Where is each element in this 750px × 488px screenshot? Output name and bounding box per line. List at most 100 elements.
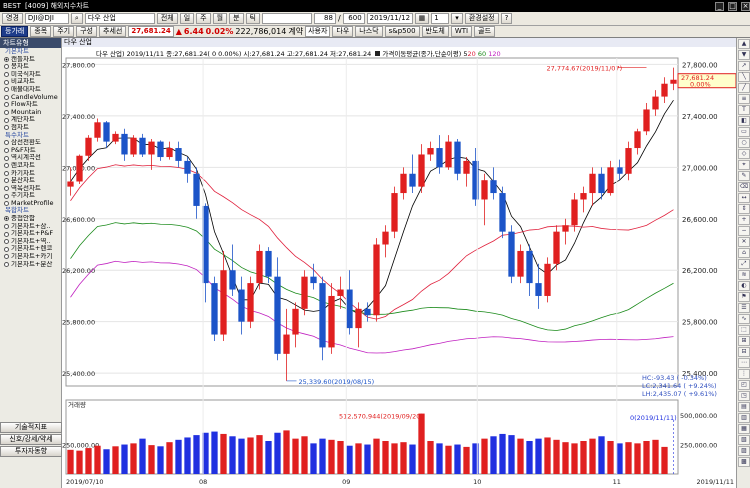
sidebar-item[interactable]: Mountain — [0, 109, 61, 117]
drawing-tool-icon[interactable]: ○ — [738, 138, 750, 148]
drawing-tool-icon[interactable]: ✎ — [738, 171, 750, 181]
radio-icon[interactable] — [4, 102, 9, 108]
maximize-icon[interactable]: □ — [728, 1, 737, 11]
drawing-tool-icon[interactable]: − — [738, 226, 750, 236]
radio-icon[interactable] — [4, 155, 9, 161]
radio-icon[interactable] — [4, 261, 9, 267]
radio-icon[interactable] — [4, 64, 9, 70]
drawing-tool-icon[interactable]: ⬚ — [738, 325, 750, 335]
help-icon[interactable]: ? — [500, 13, 513, 24]
radio-icon[interactable] — [4, 178, 9, 184]
period-minute[interactable]: 분 — [229, 13, 244, 24]
sidebar-item[interactable]: 렌코차트 — [0, 162, 61, 170]
radio-icon[interactable] — [4, 79, 9, 85]
settings-button[interactable]: 환경설정 — [464, 13, 499, 24]
drawing-tool-icon[interactable]: ▧ — [738, 435, 750, 445]
drawing-tool-icon[interactable]: ◰ — [738, 380, 750, 390]
radio-icon[interactable] — [4, 72, 9, 78]
drawing-tool-icon[interactable]: ◧ — [738, 116, 750, 126]
index-sp500-button[interactable]: s&p500 — [384, 26, 420, 37]
sidebar-item[interactable]: 미국식차트 — [0, 71, 61, 79]
drawing-tool-icon[interactable]: ╲ — [738, 72, 750, 82]
sidebar-item[interactable]: 기본차트+역.. — [0, 238, 61, 246]
sidebar-item[interactable]: 분산차트 — [0, 177, 61, 185]
drawing-tool-icon[interactable]: + — [738, 215, 750, 225]
drawing-tool-icon[interactable]: ▨ — [738, 446, 750, 456]
drawing-tool-icon[interactable]: ≡ — [738, 94, 750, 104]
search-icon[interactable]: ⌕ — [70, 13, 83, 24]
sidebar-item[interactable]: P&F차트 — [0, 147, 61, 155]
sidebar-item[interactable]: 계단차트 — [0, 116, 61, 124]
index-semi-button[interactable]: 반도체 — [421, 26, 449, 37]
drawing-tool-icon[interactable]: ⌖ — [738, 160, 750, 170]
drawing-tool-icon[interactable]: ▼ — [738, 50, 750, 60]
radio-icon[interactable] — [4, 239, 9, 245]
candle-chart-svg[interactable]: 27,800.00 27,800.00 27,400.00 27,400.00 27,0… — [62, 38, 736, 488]
minimize-icon[interactable]: _ — [715, 1, 724, 11]
sidebar-item[interactable]: 기본차트+P&F — [0, 230, 61, 238]
sidebar-item[interactable]: 비교차트 — [0, 78, 61, 86]
period-week[interactable]: 주 — [196, 13, 211, 24]
radio-icon[interactable] — [4, 185, 9, 191]
drawing-tool-icon[interactable]: ↔ — [738, 193, 750, 203]
sidebar-item[interactable]: CandleVolume — [0, 94, 61, 102]
radio-icon[interactable] — [4, 87, 9, 93]
radio-icon[interactable] — [4, 140, 9, 146]
group-label[interactable]: 등가래 — [1, 26, 29, 37]
radio-icon[interactable] — [4, 56, 9, 62]
user-select[interactable]: 사용자 — [305, 26, 331, 37]
period-value-input[interactable] — [261, 13, 312, 24]
range-button[interactable]: 전체 — [156, 13, 178, 24]
period-day[interactable]: 일 — [179, 13, 195, 24]
date-input[interactable]: 2019/11/12 — [366, 13, 413, 24]
drawing-tool-icon[interactable]: ◐ — [738, 281, 750, 291]
radio-icon[interactable] — [4, 246, 9, 252]
index-dow-button[interactable]: 다우 — [332, 26, 354, 37]
radio-icon[interactable] — [4, 125, 9, 131]
drawing-tool-icon[interactable]: ⋯ — [738, 358, 750, 368]
radio-icon[interactable] — [4, 163, 9, 169]
indicator-button[interactable]: 기술적지표 — [0, 422, 62, 433]
drawing-tool-icon[interactable]: ⚑ — [738, 292, 750, 302]
sidebar-item[interactable]: 역옥선차트 — [0, 185, 61, 193]
drawing-tool-icon[interactable]: ▩ — [738, 457, 750, 467]
drawing-tool-icon[interactable]: ⌫ — [738, 182, 750, 192]
tab-period[interactable]: 주기 — [53, 26, 75, 37]
drawing-tool-icon[interactable]: ╱ — [738, 83, 750, 93]
drawing-tool-icon[interactable]: ▥ — [738, 413, 750, 423]
radio-icon[interactable] — [4, 170, 9, 176]
close-icon[interactable]: × — [741, 1, 750, 11]
radio-icon[interactable] — [4, 148, 9, 154]
radio-icon[interactable] — [4, 254, 9, 260]
drawing-tool-icon[interactable]: ↗ — [738, 61, 750, 71]
sidebar-item[interactable]: 삼선전환도 — [0, 139, 61, 147]
period-tick[interactable]: 틱 — [245, 13, 260, 24]
radio-icon[interactable] — [4, 110, 9, 116]
period-month[interactable]: 월 — [212, 13, 228, 24]
sidebar-item[interactable]: Flow차트 — [0, 101, 61, 109]
drawing-tool-icon[interactable]: ≋ — [738, 270, 750, 280]
sidebar-item[interactable]: 주기차트 — [0, 192, 61, 200]
drawing-tool-icon[interactable]: ⌂ — [738, 248, 750, 258]
drawing-tool-icon[interactable]: ⊟ — [738, 347, 750, 357]
kind-select[interactable]: 영경 — [2, 13, 23, 24]
count-input[interactable]: 88 — [313, 13, 336, 24]
signal-button[interactable]: 신호/강세/약세 — [0, 434, 62, 445]
drawing-tool-icon[interactable]: ◳ — [738, 391, 750, 401]
index-wti-button[interactable]: WTI — [450, 26, 473, 37]
drawing-tool-icon[interactable]: ▤ — [738, 402, 750, 412]
radio-icon[interactable] — [4, 193, 9, 199]
radio-icon[interactable] — [4, 231, 9, 237]
radio-icon[interactable] — [4, 216, 9, 222]
sidebar-item[interactable]: 기본차트+카기 — [0, 253, 61, 261]
sidebar-item[interactable]: 기본차트+분산 — [0, 261, 61, 269]
index-gold-button[interactable]: 골드 — [474, 26, 496, 37]
drawing-tool-icon[interactable]: ∿ — [738, 314, 750, 324]
drawing-tool-icon[interactable]: ▭ — [738, 127, 750, 137]
chevron-down-icon[interactable]: ▾ — [451, 13, 463, 24]
drawing-tool-icon[interactable]: ⋮ — [738, 369, 750, 379]
sidebar-item[interactable]: 기본차트+삼.. — [0, 223, 61, 231]
drawing-tool-icon[interactable]: ▦ — [738, 424, 750, 434]
sidebar-item[interactable]: 카기차트 — [0, 170, 61, 178]
sidebar-item[interactable]: 봉차트 — [0, 63, 61, 71]
